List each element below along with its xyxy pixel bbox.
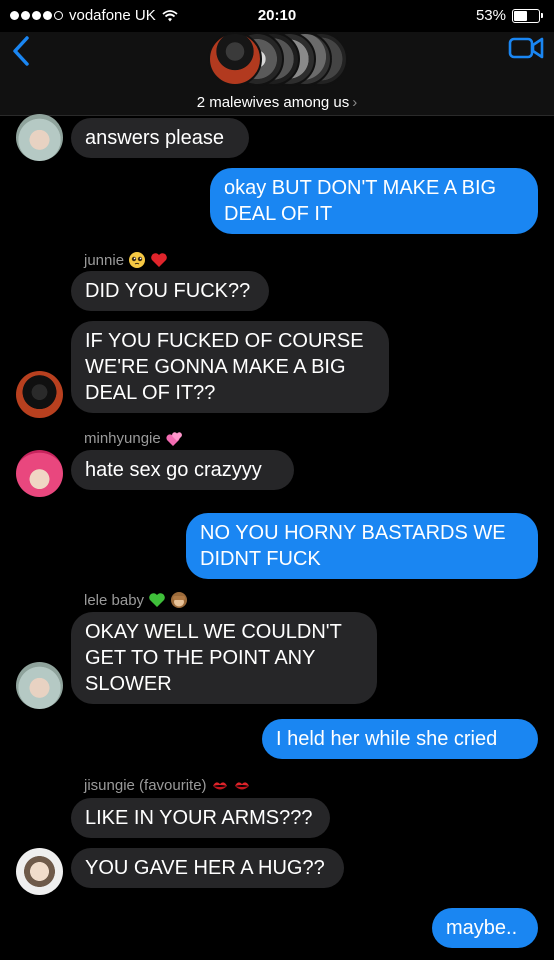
- message-text: IF YOU FUCKED OF COURSE WE'RE GONNA MAKE…: [85, 330, 364, 404]
- avatar-light-portrait[interactable]: [16, 848, 63, 895]
- message-bubble-incoming[interactable]: OKAY WELL WE COULDN'T GET TO THE POINT A…: [71, 612, 377, 704]
- message-bubble-incoming[interactable]: DID YOU FUCK??: [71, 271, 269, 311]
- message-bubble-incoming[interactable]: hate sex go crazyyy: [71, 450, 294, 490]
- message-text: answers please: [85, 127, 224, 149]
- message-bubble-outgoing[interactable]: I held her while she cried: [262, 719, 538, 759]
- kiss-mark-icon: [212, 781, 227, 789]
- message-bubble-incoming[interactable]: YOU GAVE HER A HUG??: [71, 848, 344, 888]
- sparkling-heart-icon: [166, 431, 182, 446]
- message-bubble-outgoing[interactable]: maybe..: [432, 908, 538, 948]
- message-bubble-incoming[interactable]: LIKE IN YOUR ARMS???: [71, 798, 330, 838]
- sender-name: minhyungie: [84, 430, 185, 447]
- back-chevron-icon[interactable]: [10, 32, 32, 72]
- message-bubble-outgoing[interactable]: NO YOU HORNY BASTARDS WE DIDNT FUCK: [186, 513, 538, 579]
- message-bubble-incoming[interactable]: answers please: [71, 118, 249, 158]
- message-list: answers please okay BUT DON'T MAKE A BIG…: [0, 114, 554, 960]
- message-text: OKAY WELL WE COULDN'T GET TO THE POINT A…: [85, 621, 342, 695]
- sender-name: jisungie (favourite): [84, 777, 251, 794]
- avatar-dark-hair[interactable]: [16, 371, 63, 418]
- avatar-green-hair[interactable]: [16, 114, 63, 161]
- battery-group: 53%: [475, 7, 543, 24]
- message-text: DID YOU FUCK??: [85, 280, 251, 302]
- message-text: NO YOU HORNY BASTARDS WE DIDNT FUCK: [200, 522, 506, 570]
- video-call-icon[interactable]: [508, 34, 544, 62]
- conversation-header: 2 malewives among us ›: [0, 32, 554, 116]
- green-heart-icon: [149, 593, 165, 607]
- sender-label: jisungie (favourite): [84, 777, 207, 794]
- battery-icon: [512, 8, 543, 23]
- message-bubble-outgoing[interactable]: okay BUT DON'T MAKE A BIG DEAL OF IT: [210, 168, 538, 234]
- battery-percent: 53%: [475, 7, 506, 24]
- sender-name: lele baby: [84, 591, 188, 609]
- message-bubble-incoming[interactable]: IF YOU FUCKED OF COURSE WE'RE GONNA MAKE…: [71, 321, 389, 413]
- status-bar: vodafone UK 20:10 53%: [0, 0, 554, 32]
- message-text: LIKE IN YOUR ARMS???: [85, 807, 313, 829]
- sender-label: lele baby: [84, 591, 145, 609]
- message-text: YOU GAVE HER A HUG??: [85, 857, 325, 879]
- group-avatar-stack[interactable]: [208, 32, 348, 88]
- clock: 20:10: [257, 7, 297, 24]
- message-text: hate sex go crazyyy: [85, 459, 262, 481]
- sender-name: junnie: [84, 251, 168, 269]
- chevron-right-icon: ›: [352, 94, 358, 111]
- message-text: I held her while she cried: [276, 728, 498, 750]
- group-name[interactable]: 2 malewives among us ›: [0, 94, 554, 111]
- group-name-label: 2 malewives among us: [196, 94, 350, 111]
- group-avatar-main: [208, 32, 262, 86]
- sender-label: minhyungie: [84, 430, 161, 447]
- pleading-face-icon: [129, 252, 146, 268]
- kiss-mark-icon: [234, 781, 249, 789]
- avatar-pink-hair[interactable]: [16, 450, 63, 497]
- message-text: maybe..: [446, 917, 518, 939]
- avatar-green-hair[interactable]: [16, 662, 63, 709]
- see-no-evil-monkey-icon: [171, 592, 188, 608]
- sender-label: junnie: [84, 251, 125, 269]
- message-text: okay BUT DON'T MAKE A BIG DEAL OF IT: [224, 177, 497, 225]
- red-heart-icon: [151, 253, 167, 267]
